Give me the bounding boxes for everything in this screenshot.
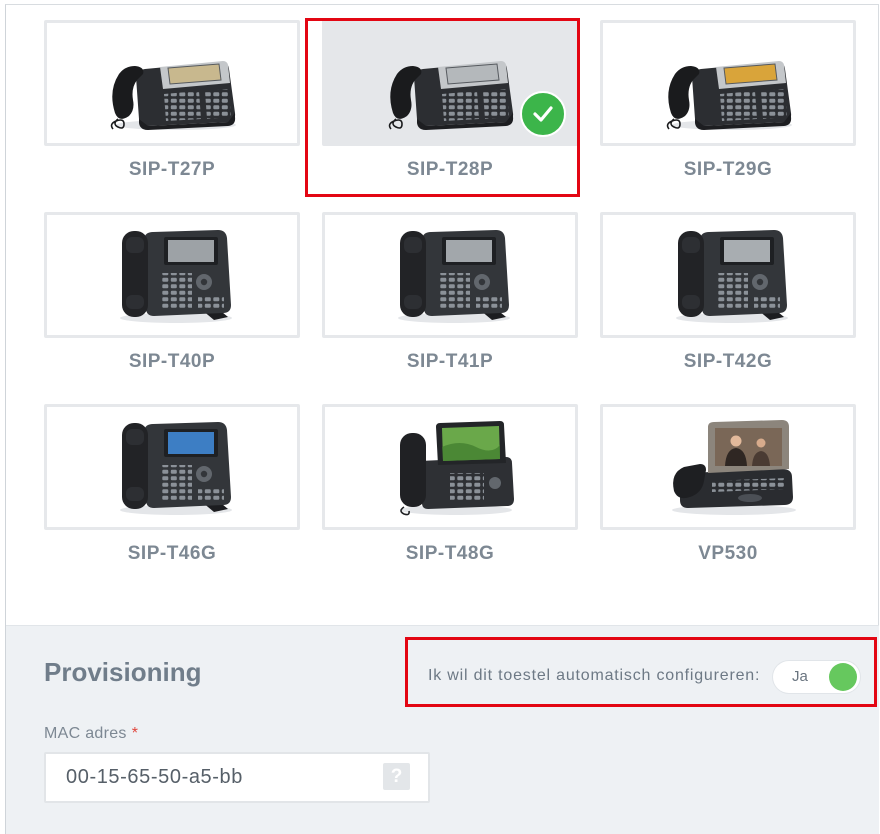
phone-model-label: SIP-T28P — [406, 159, 494, 180]
auto-config-toggle[interactable]: Ja — [773, 661, 860, 693]
phone-option-sip-t42g[interactable]: SIP-T42G — [600, 212, 856, 374]
phone-model-card[interactable] — [600, 20, 856, 146]
check-icon — [533, 106, 553, 122]
desk-phone-icon — [658, 225, 798, 325]
desk-phone-icon — [102, 33, 242, 133]
desk-phone-icon — [380, 225, 520, 325]
phone-model-label: SIP-T41P — [406, 351, 494, 372]
phone-model-card[interactable] — [44, 212, 300, 338]
selected-badge — [520, 91, 566, 137]
phone-model-label: SIP-T48G — [405, 543, 495, 564]
desk-phone-icon — [658, 33, 798, 133]
mac-address-label-text: MAC adres — [44, 725, 127, 742]
phone-option-sip-t27p[interactable]: SIP-T27P — [44, 20, 300, 182]
phone-model-card[interactable] — [600, 404, 856, 530]
phone-model-label: SIP-T29G — [683, 159, 773, 180]
phone-model-label: VP530 — [698, 543, 758, 564]
phone-model-label: SIP-T40P — [128, 351, 216, 372]
phone-option-sip-t28p[interactable]: SIP-T28P — [322, 20, 578, 182]
provisioning-section: Provisioning Ik wil dit toestel automati… — [6, 625, 879, 834]
required-mark: * — [131, 725, 139, 742]
phone-model-card[interactable] — [322, 404, 578, 530]
phone-model-card-selected[interactable] — [322, 20, 578, 146]
auto-config-label: Ik wil dit toestel automatisch configure… — [428, 667, 761, 684]
phone-option-sip-t41p[interactable]: SIP-T41P — [322, 212, 578, 374]
mac-address-field: ? — [44, 752, 430, 803]
phone-option-vp530[interactable]: VP530 — [600, 404, 856, 566]
phone-option-sip-t48g[interactable]: SIP-T48G — [322, 404, 578, 566]
desk-phone-icon — [380, 33, 520, 133]
phone-option-sip-t40p[interactable]: SIP-T40P — [44, 212, 300, 374]
desk-phone-icon — [102, 225, 242, 325]
help-icon[interactable]: ? — [383, 763, 410, 790]
phone-option-sip-t29g[interactable]: SIP-T29G — [600, 20, 856, 182]
phone-model-label: SIP-T27P — [128, 159, 216, 180]
phone-model-card[interactable] — [600, 212, 856, 338]
phone-model-card[interactable] — [44, 20, 300, 146]
desk-phone-icon — [380, 417, 520, 517]
mac-address-input[interactable] — [44, 752, 430, 803]
desk-phone-icon — [102, 417, 242, 517]
desk-phone-icon — [658, 417, 798, 517]
toggle-state-label: Ja — [792, 668, 808, 685]
phone-model-card[interactable] — [322, 212, 578, 338]
toggle-knob — [829, 663, 857, 691]
phone-model-grid: SIP-T27P SIP-T28P SIP-T29G SIP-T40P SIP-… — [0, 0, 880, 600]
phone-model-card[interactable] — [44, 404, 300, 530]
mac-address-label: MAC adres * — [44, 724, 138, 744]
phone-model-label: SIP-T46G — [127, 543, 217, 564]
phone-model-label: SIP-T42G — [683, 351, 773, 372]
section-title: Provisioning — [44, 657, 202, 687]
phone-option-sip-t46g[interactable]: SIP-T46G — [44, 404, 300, 566]
